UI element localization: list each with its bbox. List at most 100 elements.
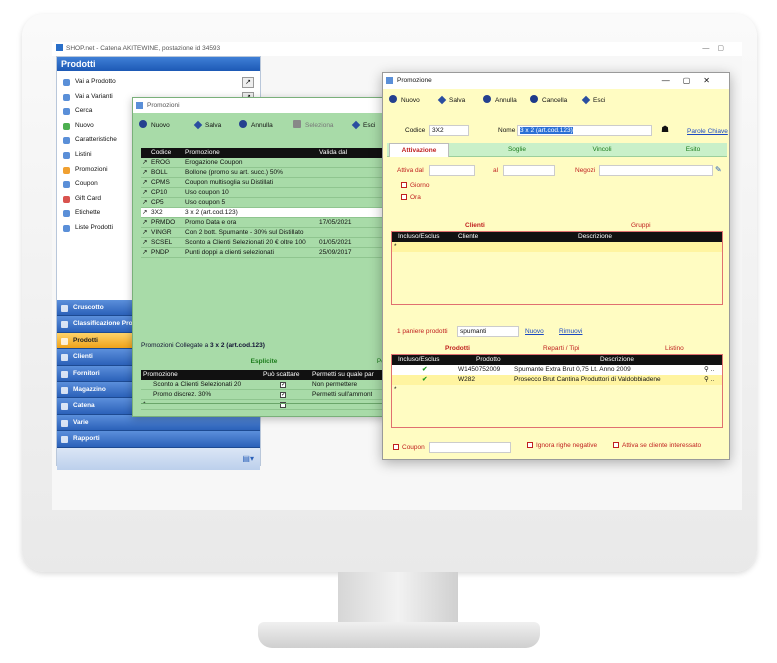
cell-promozione: Promo Data e ora	[185, 219, 237, 226]
name-field[interactable]: 3 x 2 (art.cod.123)	[517, 125, 652, 136]
goto-arrow-icon[interactable]: ↗	[242, 77, 254, 88]
tab-esito[interactable]: Esito	[663, 143, 723, 157]
app-icon	[56, 44, 63, 51]
report-icon	[61, 436, 68, 444]
table-row[interactable]: ↗ PRMDO Promo Data e ora 17/05/2021	[141, 218, 387, 228]
list-icon	[63, 137, 70, 145]
cell-promozione: Promo discrez. 30%	[153, 391, 212, 398]
customers-tab[interactable]: Clienti	[465, 222, 485, 229]
new-button[interactable]: Nuovo	[389, 95, 420, 106]
table-row[interactable]: ↗ PNDP Punti doppi a clienti selezionati 25…	[141, 248, 387, 258]
cell-promozione: Coupon multisoglia su Distillati	[185, 179, 274, 186]
row-arrow-icon[interactable]: ↗	[142, 208, 147, 218]
coupon-checkbox[interactable]: Coupon	[393, 444, 425, 451]
row-arrow-icon[interactable]: ↗	[142, 218, 147, 228]
cancel-button[interactable]: Annulla	[483, 95, 517, 106]
window-controls[interactable]: —▢	[702, 42, 732, 56]
basket-field[interactable]: spumanti	[457, 326, 519, 337]
row-arrow-icon[interactable]: ↗	[142, 248, 147, 258]
row-arrow-icon[interactable]: ↗	[142, 178, 147, 188]
table-row[interactable]: ↗ CPMS Coupon multisoglia su Distillati	[141, 178, 387, 188]
tab-vincoli[interactable]: Vincoli	[572, 143, 632, 157]
sidebar-item-label: Cerca	[75, 107, 93, 115]
promotion-icon	[136, 102, 143, 109]
search-icon[interactable]: ⚲ ..	[704, 365, 714, 375]
undo-icon	[239, 120, 247, 128]
cell-codice: VINGR	[151, 229, 172, 236]
new-row[interactable]: *	[392, 385, 722, 395]
products-tab[interactable]: Prodotti	[445, 345, 470, 352]
gift-card-icon	[63, 195, 70, 203]
stores-picker-icon[interactable]: ✎	[715, 165, 722, 174]
new-row[interactable]: *	[392, 242, 722, 252]
can-trigger-checkbox[interactable]: ✓	[280, 392, 286, 398]
column-permetti: Permetti su quale par	[312, 371, 374, 378]
departments-tab[interactable]: Reparti / Tipi	[543, 345, 580, 352]
row-arrow-icon[interactable]: ↗	[142, 158, 147, 168]
products-panel: Incluso/Esclus Prodotto Descrizione ✔ W1…	[391, 354, 723, 428]
price-list-tab[interactable]: Listino	[665, 345, 684, 352]
cancel-button[interactable]: Annulla	[239, 120, 273, 131]
row-arrow-icon[interactable]: ↗	[142, 188, 147, 198]
day-checkbox[interactable]: Giorno	[401, 182, 430, 189]
sidebar-item-vai-a-prodotto[interactable]: Vai a Prodotto ↗	[57, 75, 260, 90]
checkbox-box	[401, 194, 407, 200]
table-row[interactable]: Sconto a Clienti Selezionati 20 ✓ Non perm…	[141, 380, 387, 390]
magnifier-icon	[63, 79, 70, 86]
table-row[interactable]: ↗ 3X2 3 x 2 (art.cod.123)	[141, 208, 387, 218]
active-to-field[interactable]	[503, 165, 555, 176]
category-varie[interactable]: Varie	[57, 414, 260, 432]
active-from-field[interactable]	[429, 165, 475, 176]
row-arrow-icon[interactable]: ↗	[142, 238, 147, 248]
tab-attivazione[interactable]: Attivazione	[389, 143, 449, 157]
table-row[interactable]: Promo discrez. 30% ✓ Permetti sull'ammont	[141, 390, 387, 400]
delete-button[interactable]: Cancella	[530, 95, 567, 106]
search-icon[interactable]: ⚲ ..	[704, 375, 714, 385]
cell-codice: CP5	[151, 199, 164, 206]
table-row[interactable]: ↗ EROG Erogazione Coupon	[141, 158, 387, 168]
cell-promozione: Bollone (promo su art. succ.) 50%	[185, 169, 283, 176]
save-button[interactable]: Salva	[193, 120, 221, 131]
keywords-link[interactable]: Parole Chiave	[687, 128, 728, 135]
tab-soglie[interactable]: Soglie	[487, 143, 547, 157]
coupon-field[interactable]	[429, 442, 511, 453]
code-field[interactable]: 3X2	[429, 125, 469, 136]
select-button[interactable]: Seleziona	[293, 120, 334, 131]
detail-tabs: Attivazione Soglie Vincoli Esito	[387, 143, 727, 157]
row-arrow-icon[interactable]: ↗	[142, 228, 147, 238]
table-row[interactable]: ✔ W282 Prosecco Brut Cantina Produttori …	[392, 375, 722, 385]
table-row[interactable]: ↗ SCSEL Sconto a Clienti Selezionati 20 € …	[141, 238, 387, 248]
new-button[interactable]: Nuovo	[139, 120, 170, 131]
remove-basket-link[interactable]: Rimuovi	[559, 328, 582, 335]
keywords-icon[interactable]: ☗	[661, 124, 669, 135]
active-if-interested-checkbox[interactable]: Attiva se cliente interessato	[613, 442, 701, 449]
window-controls[interactable]: —▢✕	[662, 73, 723, 89]
code-value: 3X2	[432, 127, 444, 134]
exit-icon	[581, 95, 591, 105]
table-row[interactable]: ↗ CP5 Uso coupon 5	[141, 198, 387, 208]
groups-tab[interactable]: Gruppi	[631, 222, 651, 229]
new-row-marker: *	[394, 386, 397, 393]
save-button[interactable]: Salva	[437, 95, 465, 106]
screen: SHOP.net - Catena AKITEWINE, postazione …	[52, 42, 742, 510]
table-row[interactable]: ↗ VINGR Con 2 bott. Spumante - 30% sul Dis…	[141, 228, 387, 238]
new-row-marker: *	[394, 243, 397, 250]
configure-buttons-icon[interactable]: ▤▾	[242, 454, 254, 463]
hour-checkbox[interactable]: Ora	[401, 194, 421, 201]
exit-button[interactable]: Esci	[581, 95, 605, 106]
table-row[interactable]: ↗ CP10 Uso coupon 10	[141, 188, 387, 198]
new-basket-link[interactable]: Nuovo	[525, 328, 544, 335]
stores-field[interactable]	[599, 165, 713, 176]
ignore-negative-checkbox[interactable]: Ignora righe negative	[527, 442, 597, 449]
table-row[interactable]: ✔ W1450752009 Spumante Extra Brut 0,75 L…	[392, 365, 722, 375]
table-row[interactable]: ↗ BOLL Bollone (promo su art. succ.) 50%	[141, 168, 387, 178]
category-rapporti[interactable]: Rapporti	[57, 431, 260, 448]
promotion-icon	[63, 166, 70, 174]
row-arrow-icon[interactable]: ↗	[142, 198, 147, 208]
row-arrow-icon[interactable]: ↗	[142, 168, 147, 178]
exit-button[interactable]: Esci	[351, 120, 375, 131]
table-header: Incluso/Esclus Prodotto Descrizione	[392, 355, 722, 365]
can-trigger-checkbox[interactable]: ✓	[280, 382, 286, 388]
cell-descrizione: Spumante Extra Brut 0,75 Lt. Anno 2009	[514, 366, 631, 373]
checkbox-box	[393, 444, 399, 450]
